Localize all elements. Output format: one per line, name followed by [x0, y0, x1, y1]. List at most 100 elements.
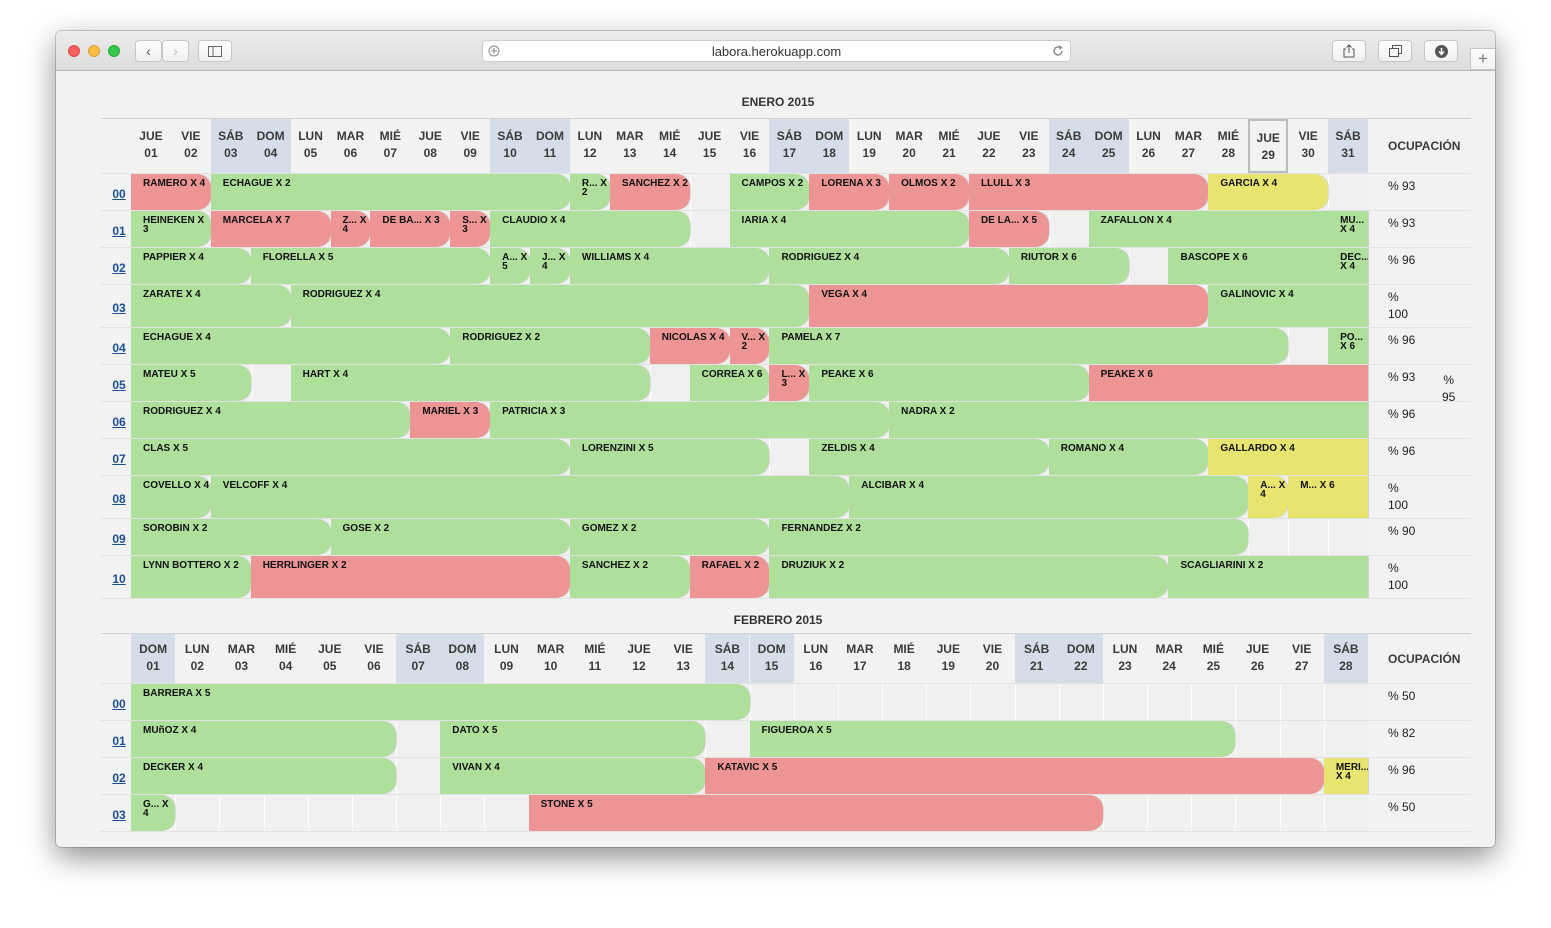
booking-bar[interactable]: GALINOVIC X 4 — [1208, 285, 1368, 327]
day-header[interactable]: DOM 15 — [749, 634, 794, 683]
day-header[interactable]: VIE 27 — [1280, 634, 1324, 683]
day-header[interactable]: LUN 12 — [570, 119, 610, 173]
day-cell[interactable] — [1279, 795, 1324, 832]
booking-bar[interactable]: RIUTOR X 6 — [1008, 248, 1129, 284]
booking-bar[interactable]: ALCIBAR X 4 — [849, 476, 1249, 518]
booking-bar[interactable]: LORENZINI X 5 — [569, 439, 770, 475]
day-header[interactable]: VIE 20 — [970, 634, 1014, 683]
day-cell[interactable] — [689, 174, 730, 211]
day-cell[interactable] — [1323, 795, 1368, 832]
day-cell[interactable] — [1147, 795, 1192, 832]
day-header[interactable]: LUN 23 — [1103, 634, 1147, 683]
booking-bar[interactable]: ECHAGUE X 2 — [210, 174, 570, 210]
booking-bar[interactable]: KATAVIC X 5 — [705, 758, 1324, 794]
day-header[interactable]: MAR 20 — [889, 119, 929, 173]
booking-bar[interactable]: A... X 5 — [490, 248, 531, 284]
day-header[interactable]: LUN 05 — [291, 119, 331, 173]
booking-bar[interactable]: NICOLAS X 4 — [649, 328, 730, 364]
booking-bar[interactable]: RODRIGUEZ X 4 — [290, 285, 810, 327]
booking-bar[interactable]: DE BA... X 3 — [370, 211, 451, 247]
booking-bar[interactable]: HART X 4 — [290, 365, 650, 401]
day-cell[interactable] — [649, 365, 690, 402]
booking-bar[interactable]: OLMOS X 2 — [889, 174, 969, 210]
day-cell[interactable] — [1279, 721, 1324, 758]
booking-bar[interactable]: FERNANDEZ X 2 — [769, 519, 1249, 555]
day-cell[interactable] — [219, 795, 264, 832]
day-cell[interactable] — [351, 795, 397, 832]
booking-bar[interactable]: V... X 2 — [729, 328, 770, 364]
address-bar[interactable]: labora.herokuapp.com — [482, 40, 1071, 62]
booking-bar[interactable]: LLULL X 3 — [968, 174, 1209, 210]
booking-bar[interactable]: HEINEKEN X 3 — [131, 211, 211, 247]
day-cell[interactable] — [1323, 684, 1368, 721]
booking-bar[interactable]: PATRICIA X 3 — [490, 402, 890, 438]
day-header[interactable]: VIE 02 — [171, 119, 211, 173]
booking-bar[interactable]: ZELDIS X 4 — [809, 439, 1049, 475]
day-cell[interactable] — [1048, 211, 1089, 248]
tabs-button[interactable] — [1378, 40, 1412, 62]
booking-bar[interactable]: S... X 3 — [450, 211, 491, 247]
day-cell[interactable] — [1279, 684, 1324, 721]
booking-bar[interactable]: BASCOPE X 6 — [1168, 248, 1329, 284]
downloads-button[interactable] — [1424, 40, 1458, 62]
booking-bar[interactable]: RODRIGUEZ X 4 — [131, 402, 411, 438]
day-header[interactable]: MIÉ 21 — [929, 119, 969, 173]
booking-bar[interactable]: IARIA X 4 — [729, 211, 969, 247]
booking-bar[interactable]: PEAKE X 6 — [1088, 365, 1368, 401]
day-header[interactable]: MAR 03 — [219, 634, 263, 683]
day-cell[interactable] — [250, 365, 291, 402]
booking-bar[interactable]: GOMEZ X 2 — [569, 519, 770, 555]
day-cell[interactable] — [440, 795, 485, 832]
booking-bar[interactable]: LORENA X 3 — [809, 174, 890, 210]
booking-bar[interactable]: RODRIGUEZ X 4 — [769, 248, 1009, 284]
booking-bar[interactable]: GALLARDO X 4 — [1208, 439, 1368, 475]
booking-bar[interactable]: DRUZIUK X 2 — [769, 556, 1169, 598]
day-cell[interactable] — [689, 211, 730, 248]
day-cell[interactable] — [1191, 684, 1236, 721]
close-window-button[interactable] — [68, 45, 80, 57]
booking-bar[interactable]: PO... X 6 — [1328, 328, 1368, 364]
booking-bar[interactable]: PAPPIER X 4 — [131, 248, 251, 284]
booking-bar[interactable]: MUñOZ X 4 — [131, 721, 397, 757]
booking-bar[interactable]: DECKER X 4 — [131, 758, 397, 794]
day-header[interactable]: MIÉ 28 — [1208, 119, 1248, 173]
day-cell[interactable] — [793, 684, 838, 721]
day-header[interactable]: VIE 06 — [352, 634, 396, 683]
booking-bar[interactable]: ECHAGUE X 4 — [131, 328, 451, 364]
booking-bar[interactable]: DATO X 5 — [440, 721, 706, 757]
day-cell[interactable] — [1288, 519, 1329, 556]
day-cell[interactable] — [1288, 328, 1329, 365]
day-cell[interactable] — [970, 684, 1015, 721]
booking-bar[interactable]: GOSE X 2 — [330, 519, 570, 555]
booking-bar[interactable]: COVELLO X 4 — [131, 476, 211, 518]
booking-bar[interactable]: FLORELLA X 5 — [250, 248, 491, 284]
share-button[interactable] — [1332, 40, 1366, 62]
booking-bar[interactable]: MARCELA X 7 — [210, 211, 331, 247]
day-header[interactable]: JUE 08 — [410, 119, 450, 173]
day-cell[interactable] — [705, 721, 750, 758]
booking-bar[interactable]: SANCHEZ X 2 — [609, 174, 690, 210]
booking-bar[interactable]: HERRLINGER X 2 — [250, 556, 570, 598]
booking-bar[interactable]: G... X 4 — [131, 795, 176, 831]
booking-bar[interactable]: L... X 3 — [769, 365, 810, 401]
day-cell[interactable] — [749, 684, 794, 721]
day-header[interactable]: JUE 12 — [617, 634, 661, 683]
day-header[interactable]: DOM 25 — [1088, 119, 1129, 173]
day-header[interactable]: DOM 04 — [250, 119, 291, 173]
day-header[interactable]: VIE 30 — [1288, 119, 1328, 173]
booking-bar[interactable]: CLAUDIO X 4 — [490, 211, 690, 247]
day-cell[interactable] — [307, 795, 352, 832]
booking-bar[interactable]: R... X 2 — [569, 174, 610, 210]
day-header[interactable]: DOM 18 — [809, 119, 850, 173]
day-header[interactable]: SÁB 31 — [1328, 119, 1368, 173]
day-header[interactable]: SÁB 24 — [1048, 119, 1089, 173]
day-header[interactable]: MIÉ 11 — [573, 634, 617, 683]
zoom-window-button[interactable] — [108, 45, 120, 57]
booking-bar[interactable]: ROMANO X 4 — [1048, 439, 1209, 475]
day-header[interactable]: SÁB 03 — [210, 119, 251, 173]
booking-bar[interactable]: DEC... X 4 — [1328, 248, 1368, 284]
booking-bar[interactable]: CAMPOS X 2 — [729, 174, 810, 210]
day-cell[interactable] — [263, 795, 308, 832]
day-cell[interactable] — [1235, 795, 1280, 832]
day-header[interactable]: MIÉ 07 — [370, 119, 410, 173]
